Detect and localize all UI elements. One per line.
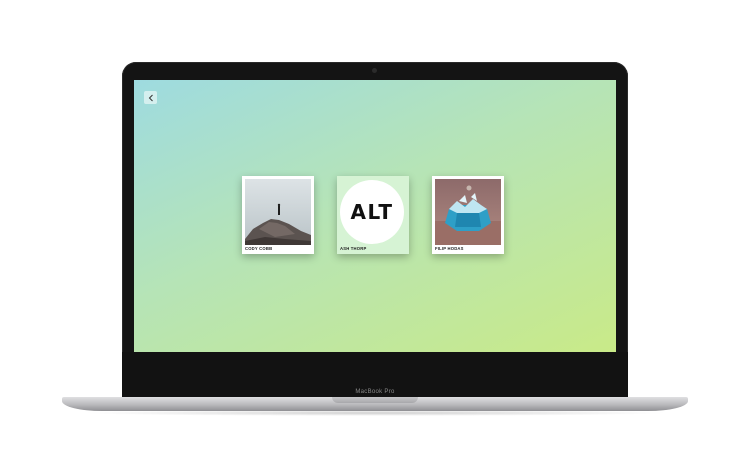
- artist-card-cody-cobb[interactable]: CODY COBB: [242, 176, 314, 254]
- back-button[interactable]: [144, 91, 157, 104]
- model-label: MacBook Pro: [355, 389, 395, 395]
- laptop-notch: [332, 397, 418, 403]
- chevron-left-icon: [148, 94, 153, 101]
- app-screen: CODY COBB ALT ASH THORP FILIP HODAS: [134, 80, 616, 352]
- laptop-lid: CODY COBB ALT ASH THORP FILIP HODAS: [122, 62, 628, 398]
- artist-cards: CODY COBB ALT ASH THORP FILIP HODAS: [134, 176, 616, 256]
- camera: [372, 68, 377, 73]
- artist-card-ash-thorp[interactable]: ALT ASH THORP: [337, 176, 409, 254]
- artist-name-label: ASH THORP: [340, 246, 367, 251]
- artist-name-label: FILIP HODAS: [435, 246, 464, 251]
- artist-card-filip-hodas[interactable]: FILIP HODAS: [432, 176, 504, 254]
- artist-name-label: CODY COBB: [245, 246, 273, 251]
- blue-crystal-thumbnail: [435, 179, 501, 245]
- laptop-base: [62, 397, 688, 411]
- alt-logo: ALT: [340, 180, 404, 244]
- person-on-rock-thumbnail: [245, 179, 311, 245]
